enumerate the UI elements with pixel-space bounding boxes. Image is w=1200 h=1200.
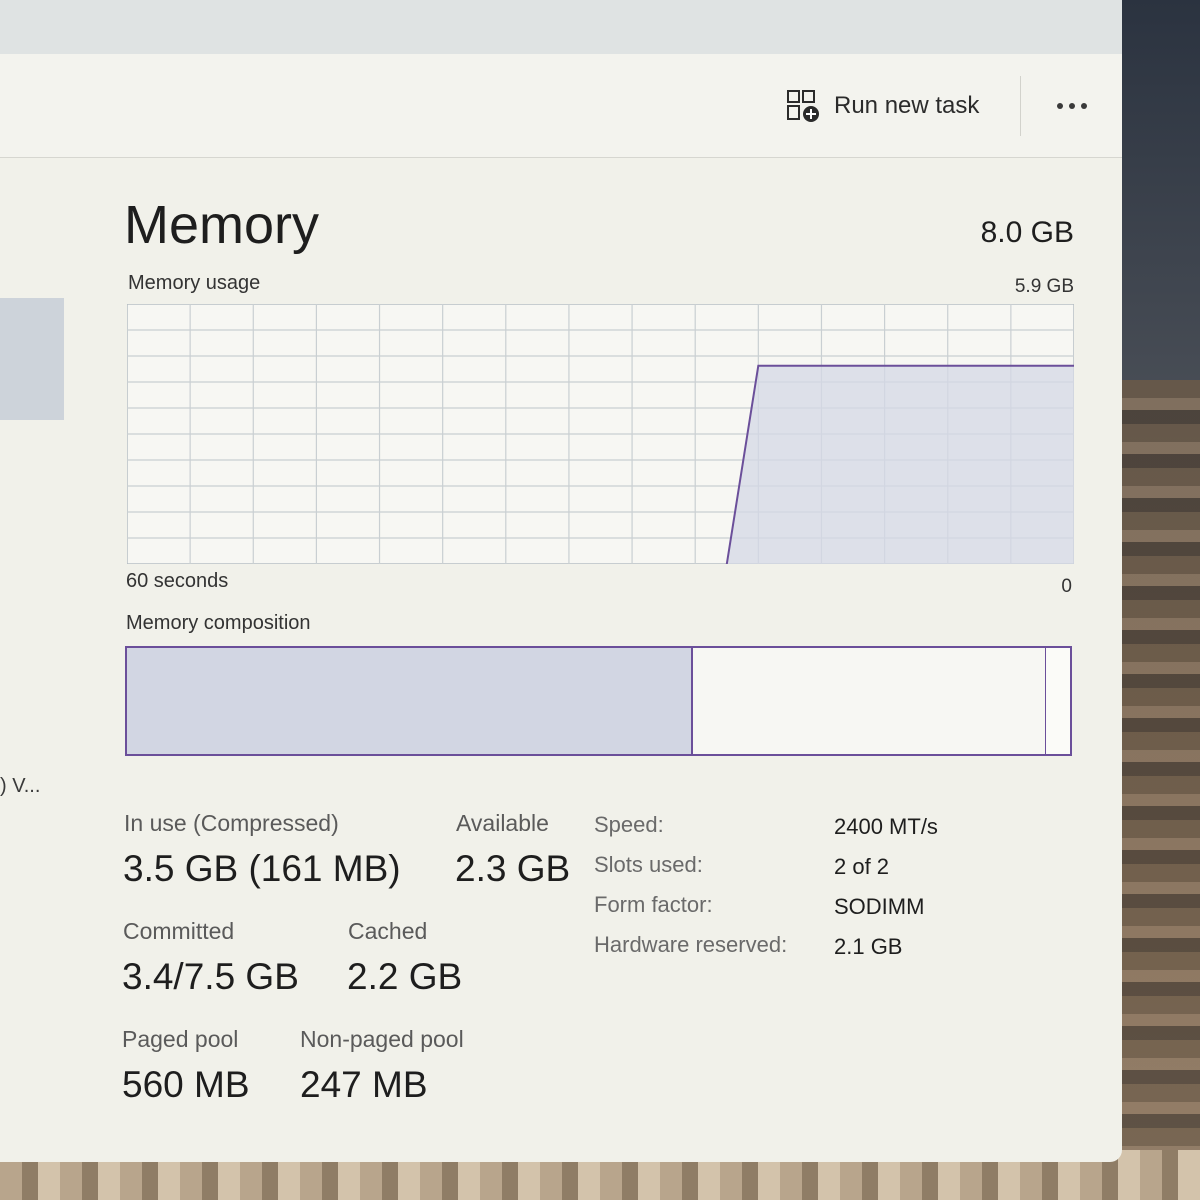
paged-pool-label: Paged pool — [122, 1026, 239, 1052]
run-new-task-icon — [786, 89, 820, 123]
more-dots-icon — [1057, 103, 1087, 109]
speed-value: 2400 MT/s — [834, 814, 938, 839]
graph-min-label: 0 — [1061, 576, 1072, 597]
cached-value: 2.2 GB — [347, 956, 463, 997]
memory-composition-bar — [125, 646, 1072, 756]
total-memory: 8.0 GB — [980, 216, 1074, 249]
hardware-reserved-value: 2.1 GB — [834, 934, 903, 959]
task-manager-window: Run new task ) V... Memory 8.0 GB Memory… — [0, 0, 1122, 1162]
composition-standby-segment — [692, 648, 1047, 754]
usage-area — [726, 365, 1074, 564]
toolbar-divider — [1020, 76, 1021, 136]
slots-used-label: Slots used: — [594, 852, 703, 877]
background-wallpaper — [1120, 380, 1200, 1200]
in-use-value: 3.5 GB (161 MB) — [123, 848, 401, 889]
available-label: Available — [456, 810, 549, 836]
more-options-button[interactable] — [1048, 84, 1096, 128]
page-title: Memory — [124, 195, 320, 255]
run-new-task-button[interactable]: Run new task — [786, 84, 979, 128]
available-value: 2.3 GB — [455, 848, 571, 889]
composition-free-segment — [1046, 648, 1070, 754]
slots-used-value: 2 of 2 — [834, 854, 890, 879]
committed-label: Committed — [123, 918, 235, 944]
cached-label: Cached — [348, 918, 428, 944]
memory-usage-max: 5.9 GB — [1014, 276, 1074, 297]
non-paged-pool-value: 247 MB — [300, 1064, 428, 1105]
paged-pool-value: 560 MB — [122, 1064, 250, 1105]
memory-usage-graph — [127, 304, 1074, 564]
graph-time-label: 60 seconds — [126, 570, 229, 592]
memory-panel: Memory 8.0 GB Memory usage 5.9 GB 60 sec… — [0, 158, 1122, 1162]
memory-composition-label: Memory composition — [126, 612, 311, 634]
toolbar: Run new task — [0, 54, 1122, 158]
title-bar — [0, 0, 1122, 54]
hardware-reserved-label: Hardware reserved: — [594, 932, 788, 957]
form-factor-value: SODIMM — [834, 894, 925, 919]
in-use-label: In use (Compressed) — [124, 810, 339, 836]
memory-usage-label: Memory usage — [128, 272, 261, 294]
composition-in-use-segment — [127, 648, 693, 754]
form-factor-label: Form factor: — [594, 892, 713, 917]
speed-label: Speed: — [594, 812, 664, 837]
committed-value: 3.4/7.5 GB — [122, 956, 299, 997]
run-new-task-label: Run new task — [834, 92, 980, 119]
non-paged-pool-label: Non-paged pool — [300, 1026, 464, 1052]
